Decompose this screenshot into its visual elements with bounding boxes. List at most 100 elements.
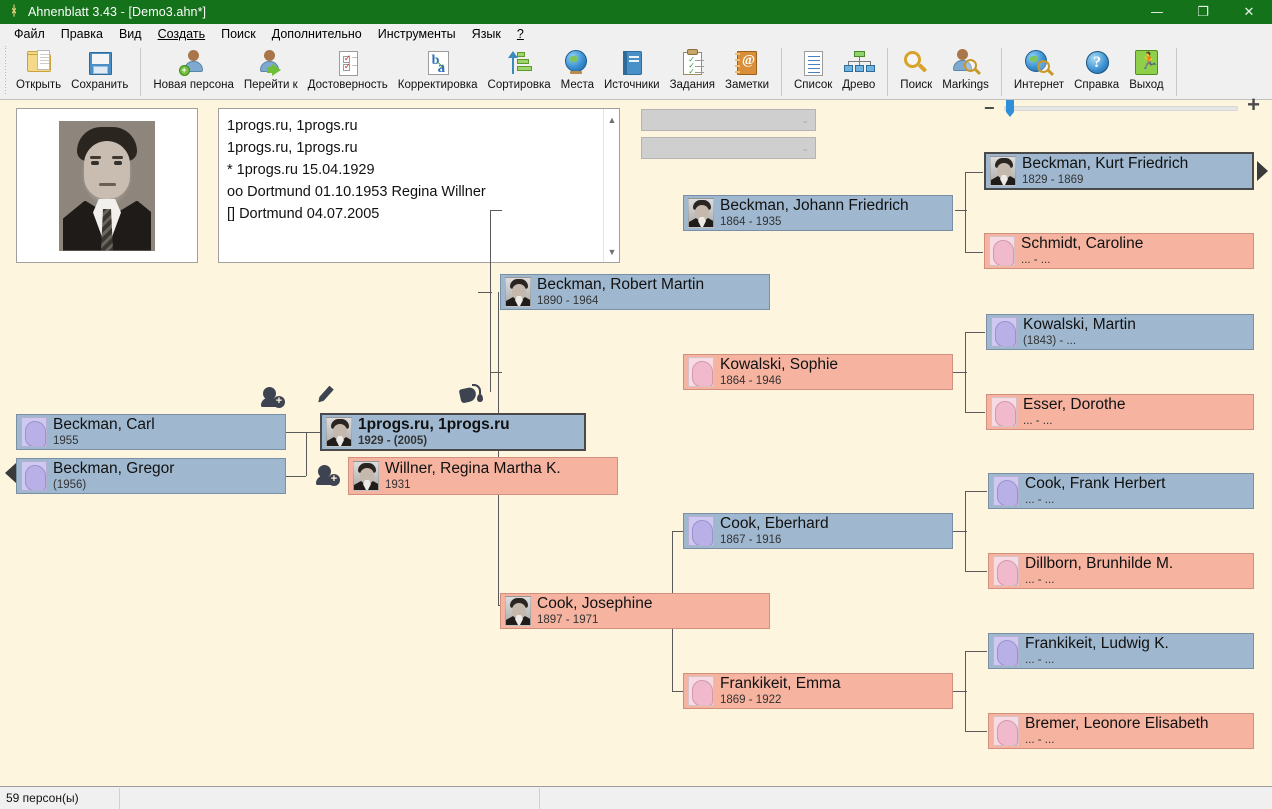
window-controls: — ❐ ✕ [1134,0,1272,24]
toolbar-open-button[interactable]: Открыть [11,46,66,96]
edit-pencil-icon[interactable] [318,383,344,409]
list-icon [797,48,829,78]
avatar [353,461,379,491]
avatar [993,716,1019,746]
tree-node-beckman-gregor[interactable]: Beckman, Gregor (1956) [16,458,286,494]
tree-node-frankikeit-emma[interactable]: Frankikeit, Emma 1869 - 1922 [683,673,953,709]
status-cell-3 [540,787,1272,809]
toolbar-list-button[interactable]: Список [789,46,837,96]
tree-node-beckman-carl[interactable]: Beckman, Carl 1955 [16,414,286,450]
tree-node-frankikeit-ludwig[interactable]: Frankikeit, Ludwig K. ... - ... [988,633,1254,669]
toolbar-exit-button[interactable]: 🏃 Выход [1124,46,1168,96]
window-title: Ahnenblatt 3.43 - [Demo3.ahn*] [28,5,206,19]
tree-node-cook-josephine[interactable]: Cook, Josephine 1897 - 1971 [500,593,770,629]
toolbar-search-button[interactable]: Поиск [895,46,937,96]
menu-file[interactable]: Файл [6,25,53,43]
toolbar-markings-button[interactable]: Markings [937,46,994,96]
menu-edit[interactable]: Правка [53,25,111,43]
toolbar-correction-button[interactable]: b↘a Корректировка [393,46,483,96]
toolbar-sort-label: Сортировка [488,79,551,91]
toolbar-sort-button[interactable]: Сортировка [483,46,556,96]
toolbar-new-person-button[interactable]: + Новая персона [148,46,239,96]
toolbar-separator-5 [1176,48,1177,96]
toolbar-goto-button[interactable]: Перейти к [239,46,303,96]
status-cell-2 [120,787,539,809]
avatar [688,676,714,706]
status-bar: 59 персон(ы) [0,786,1272,809]
avatar [993,476,1019,506]
node-dates: 1890 - 1964 [537,295,704,307]
toolbar-save-button[interactable]: Сохранить [66,46,133,96]
tree-node-focus-person[interactable]: 1progs.ru, 1progs.ru 1929 - (2005) [320,413,586,451]
add-child-icon[interactable]: + [261,384,287,410]
toolbar-open-label: Открыть [16,79,61,91]
person-search-icon [950,48,982,78]
node-name: Cook, Eberhard [720,516,829,532]
avatar [993,556,1019,586]
toolbar-reliability-button[interactable]: Достоверность [303,46,393,96]
toolbar-grip[interactable] [2,46,9,96]
tree-node-cook-eberhard[interactable]: Cook, Eberhard 1867 - 1916 [683,513,953,549]
menu-create[interactable]: Создать [150,25,214,43]
toolbar-internet-button[interactable]: Интернет [1009,46,1069,96]
toolbar-places-button[interactable]: Места [556,46,599,96]
toolbar-separator [140,48,141,96]
toolbar-list-label: Список [794,79,832,91]
toolbar-markings-label: Markings [942,79,989,91]
tree-node-dillborn-brunhilde[interactable]: Dillborn, Brunhilde M. ... - ... [988,553,1254,589]
close-button[interactable]: ✕ [1226,0,1272,24]
toolbar-notes-button[interactable]: @ Заметки [720,46,774,96]
tree-node-kowalski-martin[interactable]: Kowalski, Martin (1843) - ... [986,314,1254,350]
toolbar-tree-label: Древо [842,79,875,91]
toolbar-help-label: Справка [1074,79,1119,91]
node-dates: 1869 - 1922 [720,694,841,706]
menu-help-label: ? [517,27,524,41]
toolbar-notes-label: Заметки [725,79,769,91]
toolbar-save-label: Сохранить [71,79,128,91]
globe-places-icon [561,48,593,78]
toolbar-search-label: Поиск [900,79,932,91]
tree-node-beckman-kurt[interactable]: Beckman, Kurt Friedrich 1829 - 1869 [984,152,1254,190]
toolbar-places-label: Места [561,79,594,91]
tree-node-willner-regina[interactable]: Willner, Regina Martha K. 1931 [348,457,618,495]
title-bar: ᚼ Ahnenblatt 3.43 - [Demo3.ahn*] — ❐ ✕ [0,0,1272,24]
scroll-left-arrow[interactable] [5,463,16,483]
node-name: Beckman, Kurt Friedrich [1022,156,1188,172]
tree-node-kowalski-sophie[interactable]: Kowalski, Sophie 1864 - 1946 [683,354,953,390]
tree-node-schmidt-caroline[interactable]: Schmidt, Caroline ... - ... [984,233,1254,269]
open-folder-icon [23,48,55,78]
tree-node-bremer-leonore[interactable]: Bremer, Leonore Elisabeth ... - ... [988,713,1254,749]
toolbar-reliability-label: Достоверность [308,79,388,91]
avatar [991,397,1017,427]
toolbar-exit-label: Выход [1129,79,1163,91]
scroll-right-arrow[interactable] [1257,161,1268,181]
tree-node-cook-frank[interactable]: Cook, Frank Herbert ... - ... [988,473,1254,509]
menu-search[interactable]: Поиск [213,25,264,43]
node-name: Beckman, Johann Friedrich [720,198,909,214]
add-spouse-icon[interactable]: + [316,462,342,488]
menu-help[interactable]: ? [509,25,532,43]
clipboard-tasks-icon: ✓ ✓ ✓ [676,48,708,78]
tree-node-esser-dorothe[interactable]: Esser, Dorothe ... - ... [986,394,1254,430]
maximize-button[interactable]: ❐ [1180,0,1226,24]
menu-additional[interactable]: Дополнительно [264,25,370,43]
tree-node-beckman-johann[interactable]: Beckman, Johann Friedrich 1864 - 1935 [683,195,953,231]
toolbar-tasks-button[interactable]: ✓ ✓ ✓ Задания [665,46,720,96]
minimize-button[interactable]: — [1134,0,1180,24]
node-name: Schmidt, Caroline [1021,236,1143,252]
toolbar-tree-button[interactable]: Древо [837,46,880,96]
menu-tools[interactable]: Инструменты [370,25,464,43]
toolbar-separator-3 [887,48,888,96]
node-name: Beckman, Robert Martin [537,277,704,293]
toolbar-help-button[interactable]: ? Справка [1069,46,1124,96]
tree-node-beckman-robert[interactable]: Beckman, Robert Martin 1890 - 1964 [500,274,770,310]
avatar [993,636,1019,666]
node-dates: 1829 - 1869 [1022,174,1188,186]
avatar [326,417,352,447]
menu-view[interactable]: Вид [111,25,150,43]
sort-icon [503,48,535,78]
paint-bucket-icon[interactable] [458,384,484,410]
family-tree-canvas[interactable]: Beckman, Johann Friedrich 1864 - 1935 Be… [0,100,1272,784]
toolbar-sources-button[interactable]: Источники [599,46,665,96]
menu-language[interactable]: Язык [464,25,509,43]
